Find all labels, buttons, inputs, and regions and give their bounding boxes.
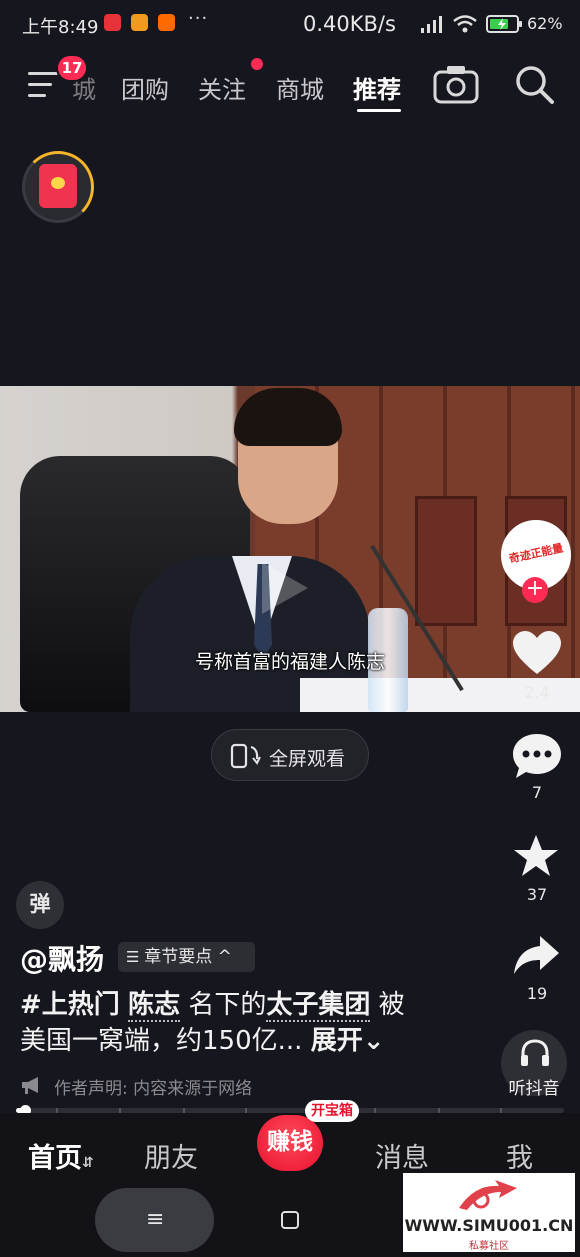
wall-panel [415, 496, 477, 626]
tab-following[interactable]: 关注 [198, 70, 246, 105]
headphones-icon [521, 1039, 549, 1066]
person-hair [234, 388, 342, 446]
active-tab-indicator [357, 109, 401, 112]
search-icon[interactable] [514, 64, 556, 106]
treasure-badge[interactable]: 开宝箱 [305, 1100, 359, 1122]
video-subtitle: 号称首富的福建人陈志 [194, 651, 385, 673]
star-icon[interactable] [512, 833, 560, 879]
tab-home[interactable]: 首页⇵ [28, 1136, 94, 1175]
chevron-up-icon: ^ [212, 947, 232, 967]
keyword-link[interactable]: 太子集团 [266, 990, 371, 1022]
chevron-down-icon: ⌄ [362, 1026, 385, 1056]
danmaku-toggle[interactable]: 弹 [16, 881, 64, 929]
share-icon[interactable] [512, 934, 560, 976]
description-text: 美国一窝端，约150亿... [20, 1026, 303, 1056]
rotate-screen-icon [230, 743, 261, 769]
system-home-button[interactable] [281, 1211, 299, 1229]
earn-button[interactable]: 赚钱 [257, 1115, 323, 1171]
notification-badge: 17 [56, 54, 88, 82]
tab-home-label: 首页 [28, 1143, 82, 1174]
following-dot-badge [251, 58, 263, 70]
coin-icon [51, 177, 65, 189]
comment-count: 7 [531, 783, 543, 802]
tab-group-buy[interactable]: 团购 [121, 70, 169, 105]
description-line-2: 美国一窝端，约150亿... 展开⌄ [20, 1022, 490, 1060]
comment-icon[interactable] [511, 732, 563, 780]
tab-messages[interactable]: 消息 [375, 1136, 429, 1175]
status-bar: 上午8:49 ··· 0.40KB/s 62% [0, 0, 580, 50]
tab-recommend[interactable]: 推荐 [353, 70, 401, 105]
listen-label[interactable]: 听抖音 [492, 1074, 576, 1099]
app-notification-icon [131, 14, 148, 31]
expand-button[interactable]: 展开 [311, 1026, 363, 1056]
description-text: 被 [378, 990, 405, 1020]
heart-icon[interactable] [512, 630, 562, 676]
tab-me[interactable]: 我 [506, 1136, 533, 1175]
status-time: 上午8:49 [22, 17, 99, 38]
network-speed: 0.40KB/s [303, 12, 396, 36]
watermark-url: WWW.SIMU001.CN [404, 1216, 574, 1235]
video-player[interactable]: 号称首富的福建人陈志 [0, 386, 580, 712]
more-notifications-icon: ··· [188, 8, 209, 29]
description-line-1[interactable]: #上热门 陈志 名下的太子集团 被 [20, 986, 490, 1024]
battery-icon [486, 15, 522, 33]
tab-friends[interactable]: 朋友 [144, 1136, 198, 1175]
app-notification-icon [104, 14, 121, 31]
author-name[interactable]: @飘扬 [20, 938, 104, 978]
menu-lines-icon: ≡ [146, 1207, 165, 1232]
author-disclaimer: 作者声明: 内容来源于网络 [54, 1079, 253, 1099]
hashtag[interactable]: #上热门 [20, 990, 120, 1020]
favorite-count: 37 [526, 885, 548, 904]
watermark-subtitle: 私募社区 [469, 1241, 509, 1252]
keyword-link[interactable]: 陈志 [128, 990, 181, 1022]
camera-icon[interactable] [433, 64, 479, 104]
description-text: 名下的 [188, 990, 267, 1020]
battery-percent: 62% [527, 14, 563, 33]
refresh-icon: ⇵ [82, 1155, 94, 1171]
tab-mall[interactable]: 商城 [276, 70, 324, 105]
like-count: 2.4 [524, 683, 550, 702]
megaphone-icon [22, 1077, 38, 1094]
chapter-label: 章节要点 [144, 947, 213, 967]
watermark-logo [459, 1180, 517, 1210]
list-icon: ☰ [126, 948, 145, 966]
signal-icon [421, 16, 442, 33]
follow-button[interactable]: + [522, 577, 548, 603]
wifi-icon [453, 15, 477, 33]
mi-icon [158, 14, 175, 31]
chapter-points-chip[interactable]: ☰ 章节要点 ^ [118, 942, 255, 972]
share-count: 19 [526, 984, 548, 1003]
fullscreen-label[interactable]: 全屏观看 [269, 744, 345, 771]
